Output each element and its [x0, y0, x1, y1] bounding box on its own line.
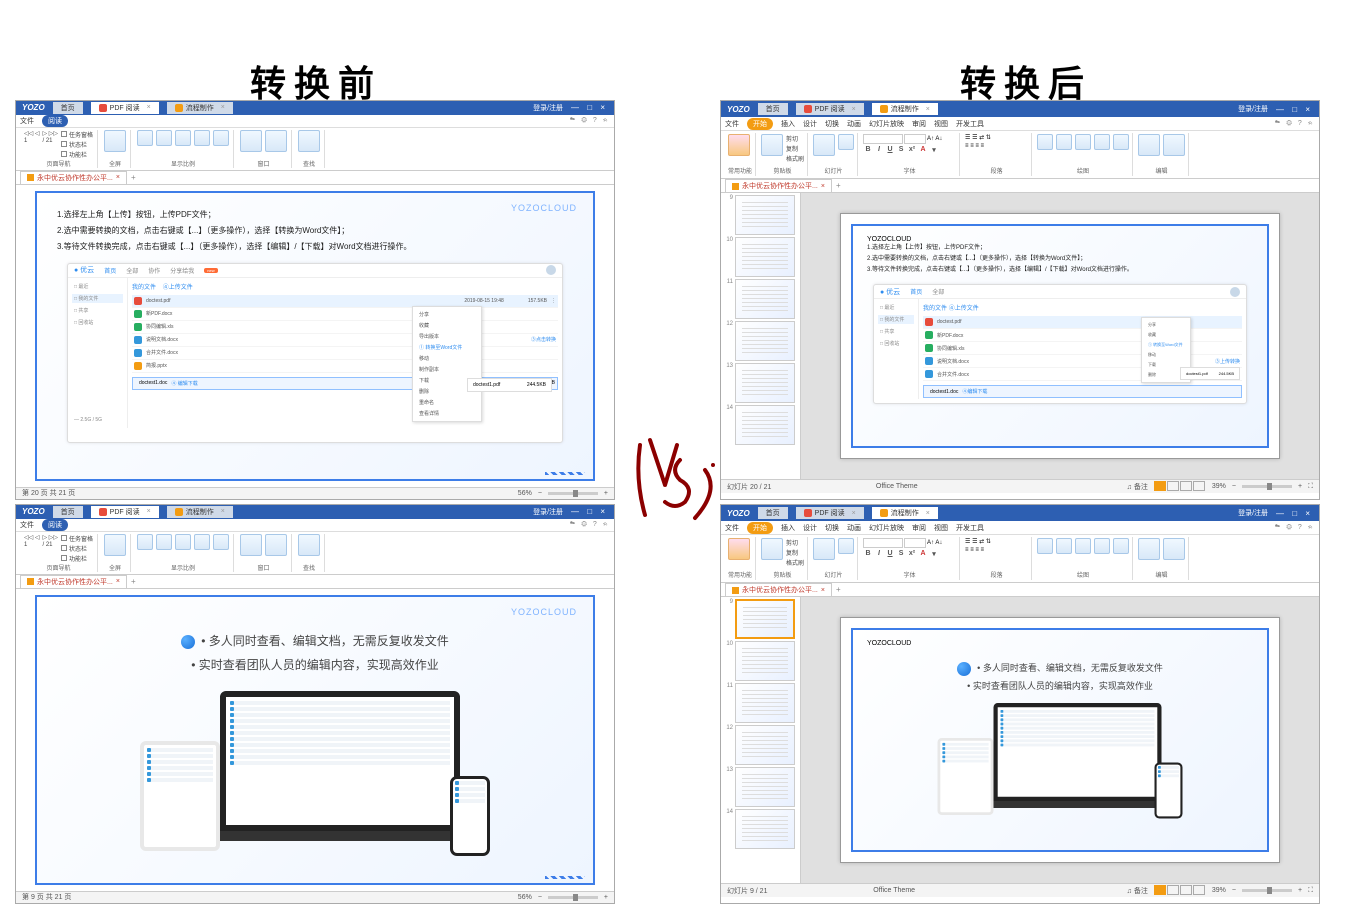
paste-icon[interactable]: [761, 134, 783, 156]
new-slide-icon[interactable]: [813, 134, 835, 156]
page-content: YOZOCLOUD • 多人同时查看、编辑文档，无需反复收发文件 • 实时查看团…: [35, 595, 595, 885]
statusbar: 第 20 页 共 21 页 56%−+: [16, 487, 614, 499]
ribbon: ◁◁ ◁1 ▷ ▷▷/ 21 任务窗格 状态栏 功能栏 页面导航 全屏 显示比例: [16, 128, 614, 171]
toolbar-icons[interactable]: ☁ ⚙ ? ᨑ: [570, 117, 610, 125]
corner-decoration: [533, 459, 593, 479]
device-mockup: [57, 691, 573, 851]
pdf-viewer-before-slide20: YOZO 首页 PDF 阅读× 流程制作× 登录/注册 — □ × 文件 阅读 …: [15, 100, 615, 500]
find-icon[interactable]: [298, 130, 320, 152]
bullet-icon: [181, 635, 195, 649]
slide-editor[interactable]: YOZOCLOUD 1.选择左上角【上传】按钮，上传PDF文件；2.选中需要转换…: [801, 193, 1319, 479]
ppt-editor-after-slide20: YOZO首页PDF 阅读×流程制作×登录/注册— □ × 文件开始 插入设计切换…: [720, 100, 1320, 500]
app-logo: YOZO: [22, 103, 45, 112]
document-tab-bar: 永中优云协作性办公平... × +: [16, 171, 614, 185]
context-menu: 分享收藏导出版本 ① 转换至Word文件 移动制作副本下载 删除重命名查看详情: [412, 306, 482, 422]
pdf-canvas: YOZOCLOUD 1.选择左上角【上传】按钮，上传PDF文件； 2.选中需要转…: [16, 185, 614, 487]
ppt-editor-after-slide9: YOZO首页PDF 阅读×流程制作×登录/注册— □ × 文件开始插入设计切换动…: [720, 504, 1320, 904]
doc-tab[interactable]: 永中优云协作性办公平... ×: [20, 171, 127, 184]
slide-editor[interactable]: YOZOCLOUD • 多人同时查看、编辑文档，无需反复收发文件• 实时查看团队…: [801, 597, 1319, 883]
tab-pdf[interactable]: PDF 阅读×: [91, 102, 159, 114]
thumbnail-pane[interactable]: 9 10 11 12 13 14: [721, 193, 801, 479]
page-content: YOZOCLOUD 1.选择左上角【上传】按钮，上传PDF文件； 2.选中需要转…: [35, 191, 595, 481]
window-controls[interactable]: — □ ×: [571, 103, 608, 112]
laptop-mock: [200, 691, 480, 851]
phone-mock: [450, 776, 490, 856]
menubar: 文件 阅读 ☁ ⚙ ? ᨑ: [16, 115, 614, 128]
login-link[interactable]: 登录/注册: [533, 103, 563, 113]
ribbon: 常用功能 剪切复制格式刷剪贴板 幻灯片 A↑ A↓BIUSx²A▾字体 ☰ ☰ …: [721, 131, 1319, 179]
tablet-mock: [140, 741, 220, 851]
tab-ppt[interactable]: 流程制作×: [167, 102, 233, 114]
thumbnail-pane[interactable]: 9 10 11 12 13 14: [721, 597, 801, 883]
view-mode-icons[interactable]: [1154, 481, 1206, 493]
tab-home[interactable]: 首页: [53, 102, 83, 114]
fullscreen-icon[interactable]: [104, 130, 126, 152]
menu-file[interactable]: 文件: [20, 116, 34, 126]
titlebar: YOZO 首页 PDF 阅读× 流程制作× 登录/注册 — □ ×: [16, 101, 614, 115]
pdf-icon: [99, 104, 107, 112]
zoom-slider[interactable]: [548, 492, 598, 495]
embedded-cloud-ui: ● 优云 首页 全部 协作 分享给我 new □ 最近 □ 我的文件 □ 共享 …: [67, 263, 563, 443]
close-icon[interactable]: ×: [147, 104, 151, 111]
avatar: [546, 265, 556, 275]
pdf-viewer-before-slide9: YOZO首页PDF 阅读×流程制作×登录/注册— □ × 文件阅读☁ ⚙ ? ᨑ…: [15, 504, 615, 904]
close-icon[interactable]: ×: [221, 104, 225, 111]
menu-read[interactable]: 阅读: [42, 115, 68, 127]
ppt-icon: [175, 104, 183, 112]
save-icon[interactable]: [728, 134, 750, 156]
vs-badge: [625, 430, 725, 530]
new-tab-button[interactable]: +: [131, 173, 136, 182]
